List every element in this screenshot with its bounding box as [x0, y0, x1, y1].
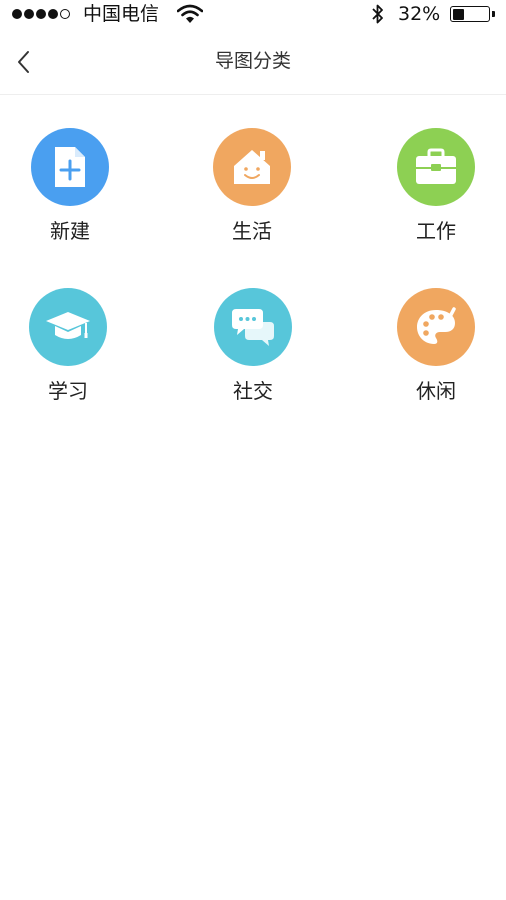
- category-icon-circle[interactable]: [29, 288, 107, 366]
- graduation-cap-icon: [46, 312, 90, 339]
- category-label: 生活: [232, 219, 272, 243]
- category-work[interactable]: 工作: [376, 128, 496, 244]
- category-social[interactable]: 社交: [193, 288, 313, 404]
- house-icon: [234, 150, 270, 184]
- category-icon-circle[interactable]: [397, 128, 475, 206]
- category-icon-circle[interactable]: [31, 128, 109, 206]
- bluetooth-icon: [372, 4, 383, 24]
- category-leisure[interactable]: 休闲: [376, 288, 496, 404]
- navigation-bar: 导图分类: [0, 28, 506, 95]
- page-title: 导图分类: [214, 50, 291, 72]
- category-label: 社交: [233, 379, 273, 403]
- category-label: 新建: [50, 219, 90, 243]
- wifi-icon: [177, 4, 203, 23]
- carrier-name: 中国电信: [83, 3, 160, 25]
- category-icon-circle[interactable]: [213, 128, 291, 206]
- category-life[interactable]: 生活: [192, 128, 312, 244]
- battery-tip: [492, 11, 495, 17]
- palette-icon: [417, 307, 456, 344]
- signal-strength-icon: [12, 8, 72, 20]
- category-study[interactable]: 学习: [8, 288, 128, 404]
- briefcase-icon: [416, 148, 456, 184]
- category-new[interactable]: 新建: [10, 128, 130, 244]
- battery-icon: [450, 6, 490, 22]
- add-document-icon: [55, 147, 85, 187]
- category-label: 学习: [48, 379, 88, 403]
- category-icon-circle[interactable]: [397, 288, 475, 366]
- battery-level-fill: [452, 8, 464, 20]
- status-bar: 中国电信 32%: [0, 0, 506, 28]
- chat-bubbles-icon: [232, 309, 274, 346]
- category-label: 工作: [416, 219, 456, 243]
- battery-percent: 32%: [398, 3, 441, 25]
- category-label: 休闲: [416, 379, 456, 403]
- category-icon-circle[interactable]: [214, 288, 292, 366]
